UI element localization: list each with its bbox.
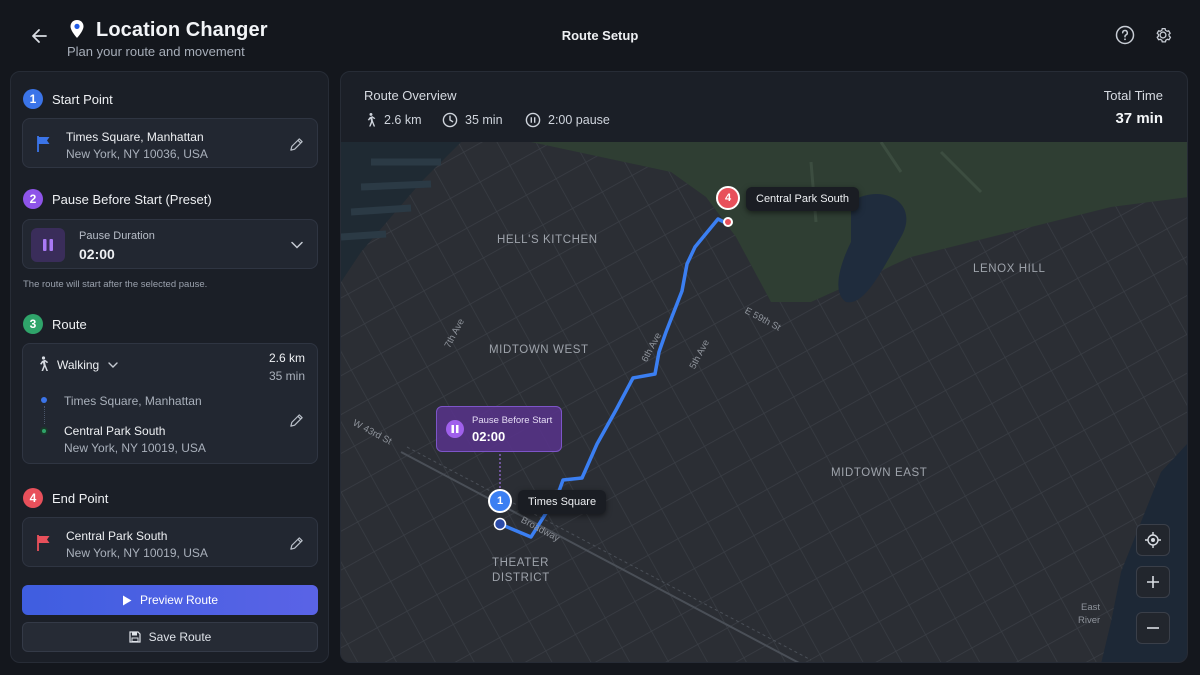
route-connector xyxy=(43,406,45,424)
pause-icon xyxy=(43,239,53,251)
help-icon xyxy=(1115,25,1135,45)
overview-distance: 2.6 km xyxy=(364,112,422,128)
route-from: Times Square, Manhattan xyxy=(64,394,202,408)
step-label-pause: Pause Before Start (Preset) xyxy=(52,191,212,207)
zoom-out-button[interactable] xyxy=(1136,612,1170,644)
walking-icon xyxy=(367,112,376,127)
to-dot xyxy=(40,427,48,435)
pause-icon xyxy=(451,425,459,433)
route-card: Walking 2.6 km 35 min Times Square, Manh… xyxy=(22,343,318,464)
pause-note: The route will start after the selected … xyxy=(23,279,208,290)
pause-badge xyxy=(446,420,464,438)
help-button[interactable] xyxy=(1114,24,1136,46)
step-number-4: 4 xyxy=(23,488,43,508)
start-point-header: 1 Start Point xyxy=(23,89,113,109)
map-base xyxy=(341,142,1187,662)
step-number-2: 2 xyxy=(23,189,43,209)
step-label-start: Start Point xyxy=(52,91,113,107)
start-marker[interactable]: 1 xyxy=(488,489,512,513)
overview-pause: 2:00 pause xyxy=(525,112,610,128)
pencil-icon xyxy=(289,536,303,550)
route-to-place: Central Park South xyxy=(64,424,166,438)
total-time-label: Total Time xyxy=(1103,88,1163,103)
end-point-card[interactable]: Central Park South New York, NY 10019, U… xyxy=(22,517,318,567)
total-time-value: 37 min xyxy=(1115,110,1163,127)
mode-chevron-icon xyxy=(108,362,118,368)
pause-duration-value: 02:00 xyxy=(79,246,115,262)
pencil-icon xyxy=(289,413,303,427)
map-pause-title: Pause Before Start xyxy=(472,415,553,426)
pause-duration-select[interactable]: Pause Duration 02:00 xyxy=(22,219,318,269)
overview-duration: 35 min xyxy=(442,112,503,128)
end-marker[interactable]: 4 xyxy=(716,186,740,210)
overview-title: Route Overview xyxy=(364,88,457,103)
app-subtitle: Plan your route and movement xyxy=(67,44,245,59)
neighborhood-label: DISTRICT xyxy=(492,572,550,584)
step-label-route: Route xyxy=(52,316,87,332)
end-place: Central Park South xyxy=(66,529,168,543)
gear-icon xyxy=(1156,28,1172,43)
chevron-down-icon xyxy=(291,241,303,249)
blue-flag-icon xyxy=(37,136,50,152)
neighborhood-label: LENOX HILL xyxy=(973,263,1046,275)
locate-icon xyxy=(1145,532,1161,548)
start-point-card[interactable]: Times Square, Manhattan New York, NY 100… xyxy=(22,118,318,168)
header: Location Changer Plan your route and mov… xyxy=(0,0,1200,70)
start-address: New York, NY 10036, USA xyxy=(66,147,208,161)
start-marker-label: Times Square xyxy=(518,490,607,514)
locate-button[interactable] xyxy=(1136,524,1170,556)
step-number-1: 1 xyxy=(23,89,43,109)
page-title: Route Setup xyxy=(561,28,639,43)
walking-icon xyxy=(40,356,49,371)
save-icon xyxy=(129,631,141,643)
end-point-header: 4 End Point xyxy=(23,488,108,508)
route-header: 3 Route xyxy=(23,314,87,334)
red-flag-icon xyxy=(37,535,50,551)
pause-icon-box xyxy=(31,228,65,262)
neighborhood-label: MIDTOWN EAST xyxy=(831,467,928,479)
route-to-address: New York, NY 10019, USA xyxy=(64,441,206,455)
overview-distance-value: 2.6 km xyxy=(384,113,422,127)
edit-end-button[interactable] xyxy=(287,534,305,552)
pencil-icon xyxy=(289,137,303,151)
zoom-in-icon xyxy=(1147,576,1159,588)
route-time: 35 min xyxy=(268,369,305,383)
end-address: New York, NY 10019, USA xyxy=(66,546,208,560)
overview-pause-value: 2:00 pause xyxy=(548,113,610,127)
settings-button[interactable] xyxy=(1152,24,1174,46)
street-label: East xyxy=(1081,602,1101,613)
save-route-label: Save Route xyxy=(148,630,212,644)
neighborhood-label: HELL'S KITCHEN xyxy=(497,234,598,246)
pause-circle-icon xyxy=(525,112,541,128)
route-distance: 2.6 km xyxy=(268,351,305,365)
end-marker-label: Central Park South xyxy=(746,187,859,211)
edit-route-button[interactable] xyxy=(287,411,305,429)
street-label: River xyxy=(1078,615,1101,626)
save-route-button[interactable]: Save Route xyxy=(22,622,318,652)
preview-route-button[interactable]: Preview Route xyxy=(22,585,318,615)
zoom-out-icon xyxy=(1147,627,1159,629)
play-icon xyxy=(122,595,132,605)
neighborhood-label: THEATER xyxy=(492,557,550,569)
clock-icon xyxy=(442,112,458,128)
preview-route-label: Preview Route xyxy=(139,593,219,607)
travel-mode-select[interactable]: Walking xyxy=(57,358,99,372)
map-pause-card[interactable]: Pause Before Start 02:00 xyxy=(436,406,562,452)
pause-header: 2 Pause Before Start (Preset) xyxy=(23,189,212,209)
pause-duration-label: Pause Duration xyxy=(79,230,155,242)
start-place: Times Square, Manhattan xyxy=(66,130,204,144)
neighborhood-label: MIDTOWN WEST xyxy=(489,344,589,356)
from-dot xyxy=(41,397,47,403)
route-map[interactable]: HELL'S KITCHEN MIDTOWN WEST LENOX HILL M… xyxy=(341,142,1187,662)
edit-start-button[interactable] xyxy=(287,135,305,153)
route-overview-panel: Route Overview 2.6 km 35 min 2:00 pause … xyxy=(340,71,1188,663)
map-pause-value: 02:00 xyxy=(472,429,506,444)
step-number-3: 3 xyxy=(23,314,43,334)
overview-duration-value: 35 min xyxy=(465,113,503,127)
zoom-in-button[interactable] xyxy=(1136,566,1170,598)
step-label-end: End Point xyxy=(52,490,109,506)
route-setup-panel: 1 Start Point Times Square, Manhattan Ne… xyxy=(10,71,329,663)
